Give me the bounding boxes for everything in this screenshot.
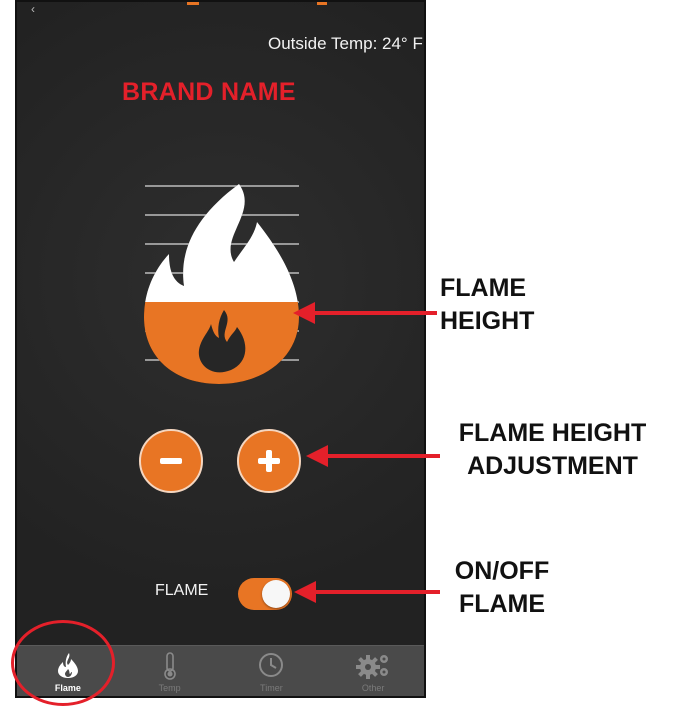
callout-line: FLAME (458, 590, 546, 618)
callout-flame-adjustment: FLAME HEIGHT ADJUSTMENT (440, 417, 665, 483)
callout-line: HEIGHT (440, 307, 535, 335)
callout-line: FLAME (440, 274, 527, 302)
callout-line: FLAME HEIGHT (458, 419, 647, 447)
callout-line: ON/OFF (454, 557, 550, 585)
callout-line: ADJUSTMENT (467, 452, 638, 480)
callout-onoff-flame: ON/OFF FLAME (442, 555, 562, 621)
annotation-arrows (293, 302, 440, 603)
callout-flame-height: FLAME HEIGHT (440, 272, 550, 338)
